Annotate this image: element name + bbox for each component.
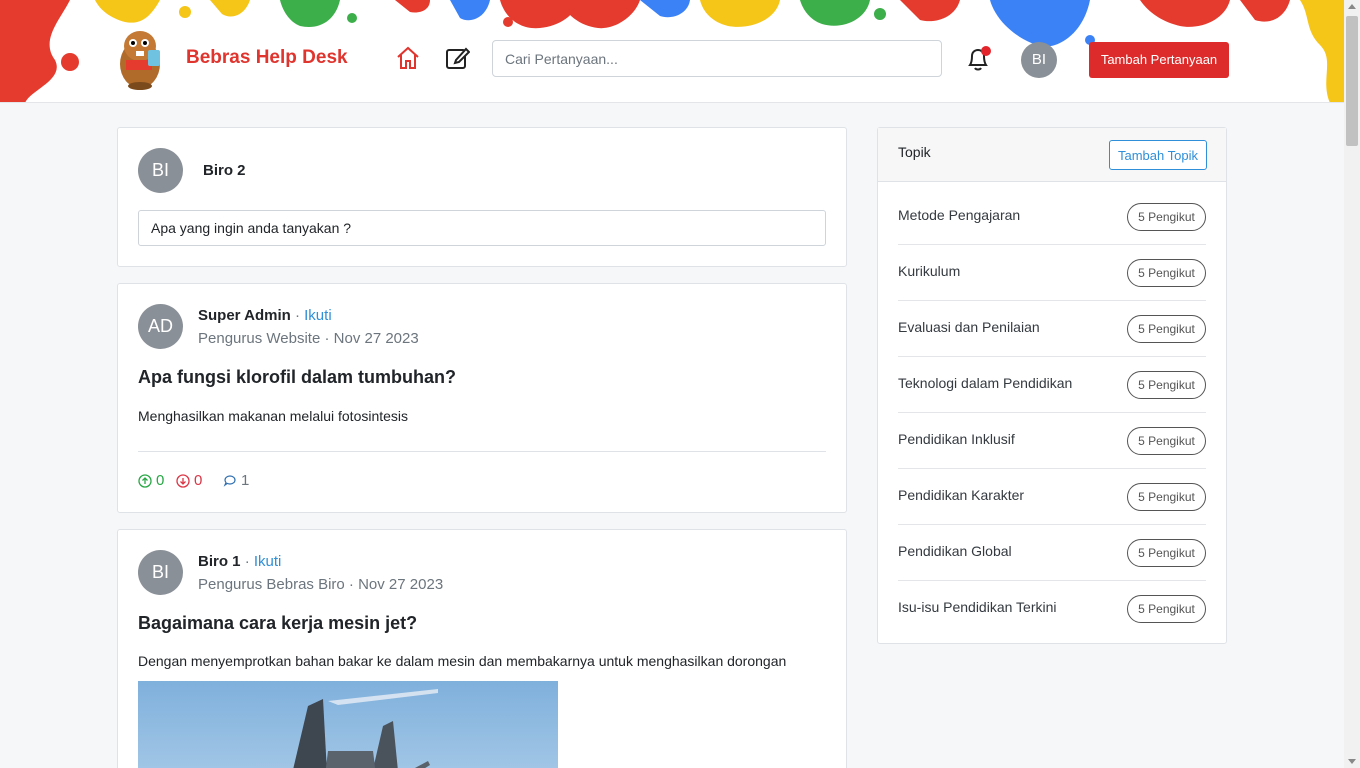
topic-name[interactable]: Pendidikan Inklusif (898, 431, 1015, 447)
topic-name[interactable]: Evaluasi dan Penilaian (898, 319, 1040, 335)
topic-followers-badge[interactable]: 5 Pengikut (1127, 595, 1206, 623)
user-avatar[interactable]: BI (1021, 42, 1057, 78)
topic-item[interactable]: Teknologi dalam Pendidikan 5 Pengikut (898, 357, 1206, 413)
follow-link[interactable]: Ikuti (304, 307, 332, 324)
author-meta: Pengurus Website · Nov 27 2023 (198, 330, 419, 347)
comment-count: 1 (241, 472, 250, 489)
composer-user-name: Biro 2 (203, 162, 246, 179)
question-card: BI Biro 1 · Ikuti Pengurus Bebras Biro ·… (117, 529, 847, 768)
search-input[interactable] (492, 40, 942, 77)
author-avatar[interactable]: AD (138, 304, 183, 349)
topic-followers-badge[interactable]: 5 Pengikut (1127, 203, 1206, 231)
edit-icon[interactable] (444, 45, 470, 71)
topic-followers-badge[interactable]: 5 Pengikut (1127, 427, 1206, 455)
topic-name[interactable]: Teknologi dalam Pendidikan (898, 375, 1072, 391)
topic-followers-badge[interactable]: 5 Pengikut (1127, 259, 1206, 287)
upvote-button[interactable]: 0 (138, 472, 164, 489)
topic-name[interactable]: Pendidikan Global (898, 543, 1012, 559)
topic-item[interactable]: Evaluasi dan Penilaian 5 Pengikut (898, 301, 1206, 357)
topic-followers-badge[interactable]: 5 Pengikut (1127, 483, 1206, 511)
arrow-up-circle-icon (138, 473, 152, 488)
downvote-button[interactable]: 0 (176, 472, 202, 489)
topic-followers-badge[interactable]: 5 Pengikut (1127, 539, 1206, 567)
topic-name[interactable]: Metode Pengajaran (898, 207, 1020, 223)
topic-followers-badge[interactable]: 5 Pengikut (1127, 315, 1206, 343)
separator: · (294, 307, 300, 324)
jet-image (138, 681, 558, 768)
composer-avatar: BI (138, 148, 183, 193)
topics-header: Topik Tambah Topik (878, 128, 1226, 182)
post-date: Nov 27 2023 (358, 576, 444, 593)
author-meta: Pengurus Bebras Biro · Nov 27 2023 (198, 576, 443, 593)
beaver-logo (120, 31, 160, 90)
topic-name[interactable]: Isu-isu Pendidikan Terkini (898, 599, 1057, 615)
answer-text: Menghasilkan makanan melalui fotosintesi… (138, 408, 409, 424)
author-avatar[interactable]: BI (138, 550, 183, 595)
topic-item[interactable]: Pendidikan Karakter 5 Pengikut (898, 469, 1206, 525)
author-role: Pengurus Bebras Biro (198, 576, 345, 593)
home-icon[interactable] (395, 45, 421, 71)
question-title[interactable]: Bagaimana cara kerja mesin jet? (138, 613, 417, 634)
ask-question-card: BI Biro 2 (117, 127, 847, 267)
topics-title: Topik (898, 144, 931, 160)
upvote-count: 0 (156, 472, 165, 489)
topic-name[interactable]: Pendidikan Karakter (898, 487, 1024, 503)
answer-text: Dengan menyemprotkan bahan bakar ke dala… (138, 653, 787, 669)
topics-panel: Topik Tambah Topik Metode Pengajaran 5 P… (877, 127, 1227, 644)
question-card: AD Super Admin · Ikuti Pengurus Website … (117, 283, 847, 513)
author-role: Pengurus Website (198, 330, 321, 347)
add-topic-button[interactable]: Tambah Topik (1109, 140, 1207, 170)
arrow-down-circle-icon (176, 473, 190, 488)
topic-item[interactable]: Pendidikan Global 5 Pengikut (898, 525, 1206, 581)
scroll-down-arrow[interactable] (1348, 759, 1356, 764)
author-name[interactable]: Biro 1 (198, 553, 241, 570)
ask-question-input[interactable] (138, 210, 826, 246)
post-date: Nov 27 2023 (333, 330, 419, 347)
comment-button[interactable]: 1 (223, 472, 249, 489)
notification-dot (981, 46, 991, 56)
topic-item[interactable]: Metode Pengajaran 5 Pengikut (898, 189, 1206, 245)
question-title[interactable]: Apa fungsi klorofil dalam tumbuhan? (138, 367, 456, 388)
topic-item[interactable]: Kurikulum 5 Pengikut (898, 245, 1206, 301)
brand-name[interactable]: Bebras Help Desk (186, 47, 348, 69)
scroll-thumb[interactable] (1346, 16, 1358, 146)
topic-followers-badge[interactable]: 5 Pengikut (1127, 371, 1206, 399)
separator: · (324, 330, 330, 347)
author-name[interactable]: Super Admin (198, 307, 291, 324)
topic-name[interactable]: Kurikulum (898, 263, 960, 279)
divider (138, 451, 826, 452)
top-navbar: Bebras Help Desk BI Tambah Pertanyaan (0, 0, 1344, 103)
author-line: Super Admin · Ikuti (198, 307, 332, 324)
comment-icon (223, 474, 236, 487)
separator: · (348, 576, 354, 593)
separator: · (244, 553, 250, 570)
downvote-count: 0 (194, 472, 203, 489)
topic-item[interactable]: Isu-isu Pendidikan Terkini 5 Pengikut (898, 581, 1206, 637)
topic-item[interactable]: Pendidikan Inklusif 5 Pengikut (898, 413, 1206, 469)
add-question-button[interactable]: Tambah Pertanyaan (1089, 42, 1229, 78)
scroll-up-arrow[interactable] (1348, 4, 1356, 9)
follow-link[interactable]: Ikuti (254, 553, 282, 570)
page-scrollbar[interactable] (1344, 0, 1360, 768)
author-line: Biro 1 · Ikuti (198, 553, 281, 570)
